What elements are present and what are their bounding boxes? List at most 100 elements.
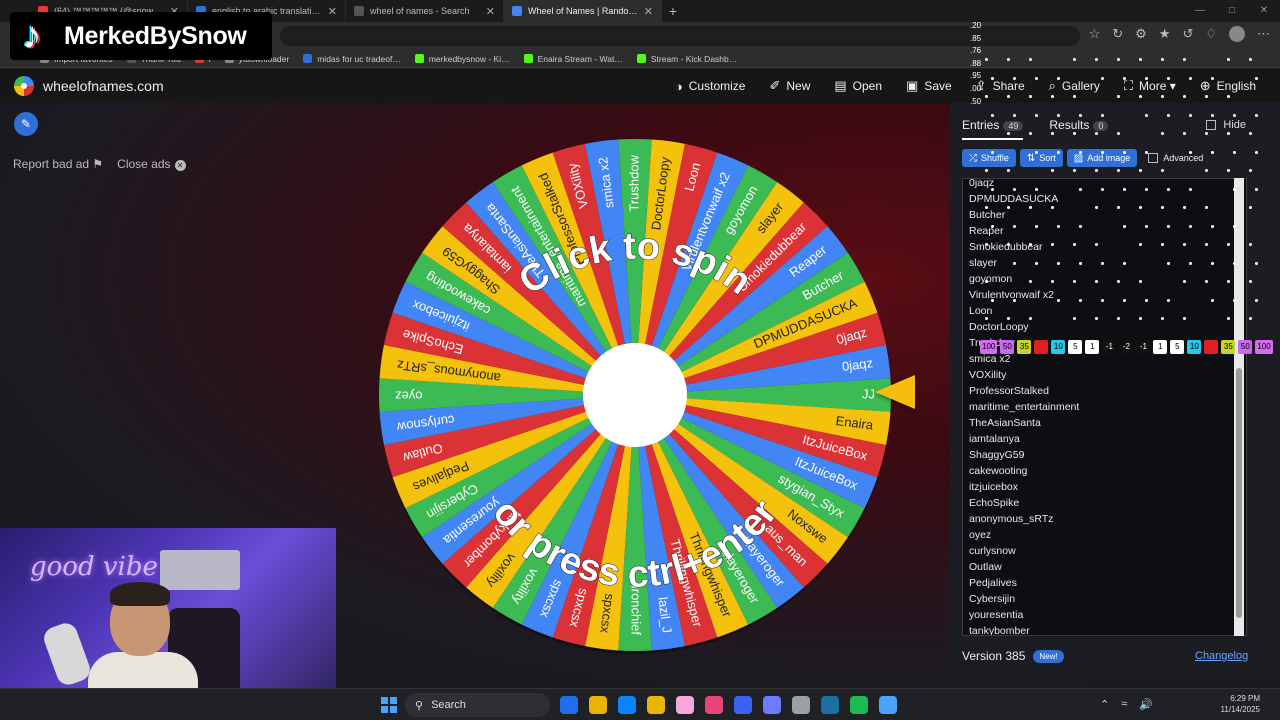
volume-icon[interactable]: 🔊 — [1139, 698, 1153, 711]
overlay-dot — [1079, 261, 1082, 265]
taskbar-app-icon[interactable] — [618, 696, 636, 714]
browser-tab[interactable]: Wheel of Names | Random name… ✕ — [504, 0, 662, 22]
wheel-center[interactable] — [583, 343, 687, 447]
score-chip: 100 — [980, 340, 998, 354]
taskbar-app-icon[interactable] — [647, 696, 665, 714]
taskbar-app-icon[interactable] — [821, 696, 839, 714]
entry-line[interactable]: ShaggyG59 — [963, 447, 1246, 463]
profile-avatar[interactable] — [1229, 26, 1245, 42]
browser-toolbar-icons: ☆ ↻ ⚙ ★ ↺ ♢ ⋯ — [1089, 26, 1270, 42]
taskbar-app-icon[interactable] — [879, 696, 897, 714]
new-button[interactable]: ✐ New — [769, 78, 810, 94]
report-bad-ad-link[interactable]: Report bad ad ⚑ — [13, 157, 103, 171]
entry-line[interactable]: iamtalanya — [963, 431, 1246, 447]
overlay-dot — [1101, 113, 1104, 117]
network-icon[interactable]: ≈ — [1121, 698, 1127, 711]
entry-line[interactable]: anonymous_sRTz — [963, 511, 1246, 527]
site-logo[interactable]: wheelofnames.com — [14, 76, 164, 96]
entry-line[interactable]: ProfessorStalked — [963, 383, 1246, 399]
taskbar-app-icon[interactable] — [705, 696, 723, 714]
history-icon[interactable]: ↺ — [1182, 26, 1193, 42]
entry-line[interactable]: Pedjalives — [963, 575, 1246, 591]
changelog-link[interactable]: Changelog — [1195, 650, 1248, 662]
taskbar-app-icon[interactable] — [792, 696, 810, 714]
entry-line[interactable]: oyez — [963, 527, 1246, 543]
overlay-dot — [1123, 298, 1126, 302]
taskbar-app-icon[interactable] — [676, 696, 694, 714]
overlay-dot — [1095, 243, 1098, 246]
overlay-dot — [1211, 113, 1214, 117]
overlay-dot — [1057, 150, 1060, 154]
tab-close-icon[interactable]: ✕ — [328, 5, 337, 18]
entry-line[interactable]: itzjuicebox — [963, 479, 1246, 495]
overlay-dot — [1189, 187, 1192, 191]
bookmark-item[interactable]: merkedbysnow - Ki… — [414, 54, 510, 64]
bookmark-item[interactable]: Enaira Stream - Wat… — [523, 53, 623, 64]
taskbar-clock[interactable]: 6:29 PM 11/14/2025 — [1200, 693, 1260, 715]
streamer-name: MerkedBySnow — [64, 21, 247, 50]
entry-line[interactable]: tankybomber — [963, 623, 1246, 635]
overlay-dot — [1013, 224, 1016, 228]
entry-line[interactable]: EchoSpike — [963, 495, 1246, 511]
score-chip: -1 — [1102, 340, 1117, 354]
entry-line[interactable]: Outlaw — [963, 559, 1246, 575]
edit-pencil-button[interactable]: ✎ — [14, 112, 38, 136]
entry-line[interactable]: Cybersijin — [963, 591, 1246, 607]
favorites-icon[interactable]: ★ — [1159, 26, 1171, 42]
overlay-dot — [1073, 132, 1076, 135]
chevron-up-icon[interactable]: ⌃ — [1100, 698, 1109, 711]
overlay-dot — [1101, 150, 1104, 154]
windows-taskbar: ⚲ Search ⌃ ≈ 🔊 6:29 PM 11/14/2025 — [0, 688, 1280, 720]
entry-line[interactable]: curlysnow — [963, 543, 1246, 559]
close-ads-link[interactable]: Close ads ✕ — [117, 157, 186, 171]
tab-close-icon[interactable]: ✕ — [644, 5, 653, 18]
close-window-icon[interactable]: ✕ — [1248, 0, 1280, 22]
maximize-icon[interactable]: □ — [1216, 0, 1248, 22]
save-label: Save — [924, 79, 952, 93]
wheel-of-names[interactable]: JJEnairaItzJuiceBoxItzJuiceBoxstygian_St… — [375, 135, 895, 655]
scrollbar-thumb[interactable] — [1236, 368, 1242, 618]
bookmark-label: Enaira Stream - Wat… — [537, 53, 623, 64]
entry-line[interactable]: maritime_entertainment — [963, 399, 1246, 415]
entry-line[interactable]: youresentia — [963, 607, 1246, 623]
wheel-container[interactable]: JJ Enaira ItzJuiceBox ItzJuiceBox stygian_St… — [375, 135, 895, 655]
save-button[interactable]: ▣ Save — [906, 78, 952, 94]
entry-line[interactable]: cakewooting — [963, 463, 1246, 479]
new-icon: ✐ — [769, 78, 781, 93]
taskbar-app-icon[interactable] — [560, 696, 578, 714]
overlay-dot — [1035, 261, 1038, 265]
tab-close-icon[interactable]: ✕ — [486, 5, 495, 18]
shield-icon[interactable]: ♢ — [1205, 26, 1217, 42]
overlay-dot — [1117, 132, 1120, 135]
overlay-dot — [991, 113, 994, 117]
bookmark-item[interactable]: midas for uc tradeof… — [303, 54, 401, 64]
overlay-dot — [1205, 132, 1208, 135]
new-tab-button[interactable]: + — [662, 3, 684, 19]
site-name: wheelofnames.com — [43, 78, 164, 94]
url-field[interactable] — [280, 26, 1080, 46]
browser-tab[interactable]: wheel of names - Search ✕ — [346, 0, 504, 22]
taskbar-search[interactable]: ⚲ Search — [405, 693, 550, 717]
overlay-dot — [1167, 224, 1170, 228]
taskbar-app-icon[interactable] — [763, 696, 781, 714]
star-icon[interactable]: ☆ — [1089, 26, 1101, 42]
open-button[interactable]: ▤ Open — [834, 78, 882, 94]
extensions-icon[interactable]: ⚙ — [1135, 26, 1147, 42]
taskbar-app-icon[interactable] — [589, 696, 607, 714]
save-icon: ▣ — [906, 78, 919, 93]
minimize-icon[interactable]: — — [1184, 0, 1216, 22]
overlay-dot — [985, 243, 988, 246]
entry-line[interactable]: VOXility — [963, 367, 1246, 383]
taskbar-app-icon[interactable] — [734, 696, 752, 714]
overlay-dot — [1051, 206, 1054, 209]
customize-button[interactable]: ◑ Customize — [675, 79, 746, 94]
overlay-dot — [1205, 206, 1208, 209]
start-button[interactable] — [381, 697, 397, 713]
taskbar-app-icon[interactable] — [850, 696, 868, 714]
menu-dots-icon[interactable]: ⋯ — [1257, 26, 1270, 42]
bookmark-item[interactable]: Stream - Kick Dashb… — [636, 54, 737, 64]
refresh-icon[interactable]: ↻ — [1112, 26, 1123, 42]
overlay-dot — [1161, 243, 1164, 246]
entry-line[interactable]: TheAsianSanta — [963, 415, 1246, 431]
score-chip: -2 — [1119, 340, 1134, 354]
